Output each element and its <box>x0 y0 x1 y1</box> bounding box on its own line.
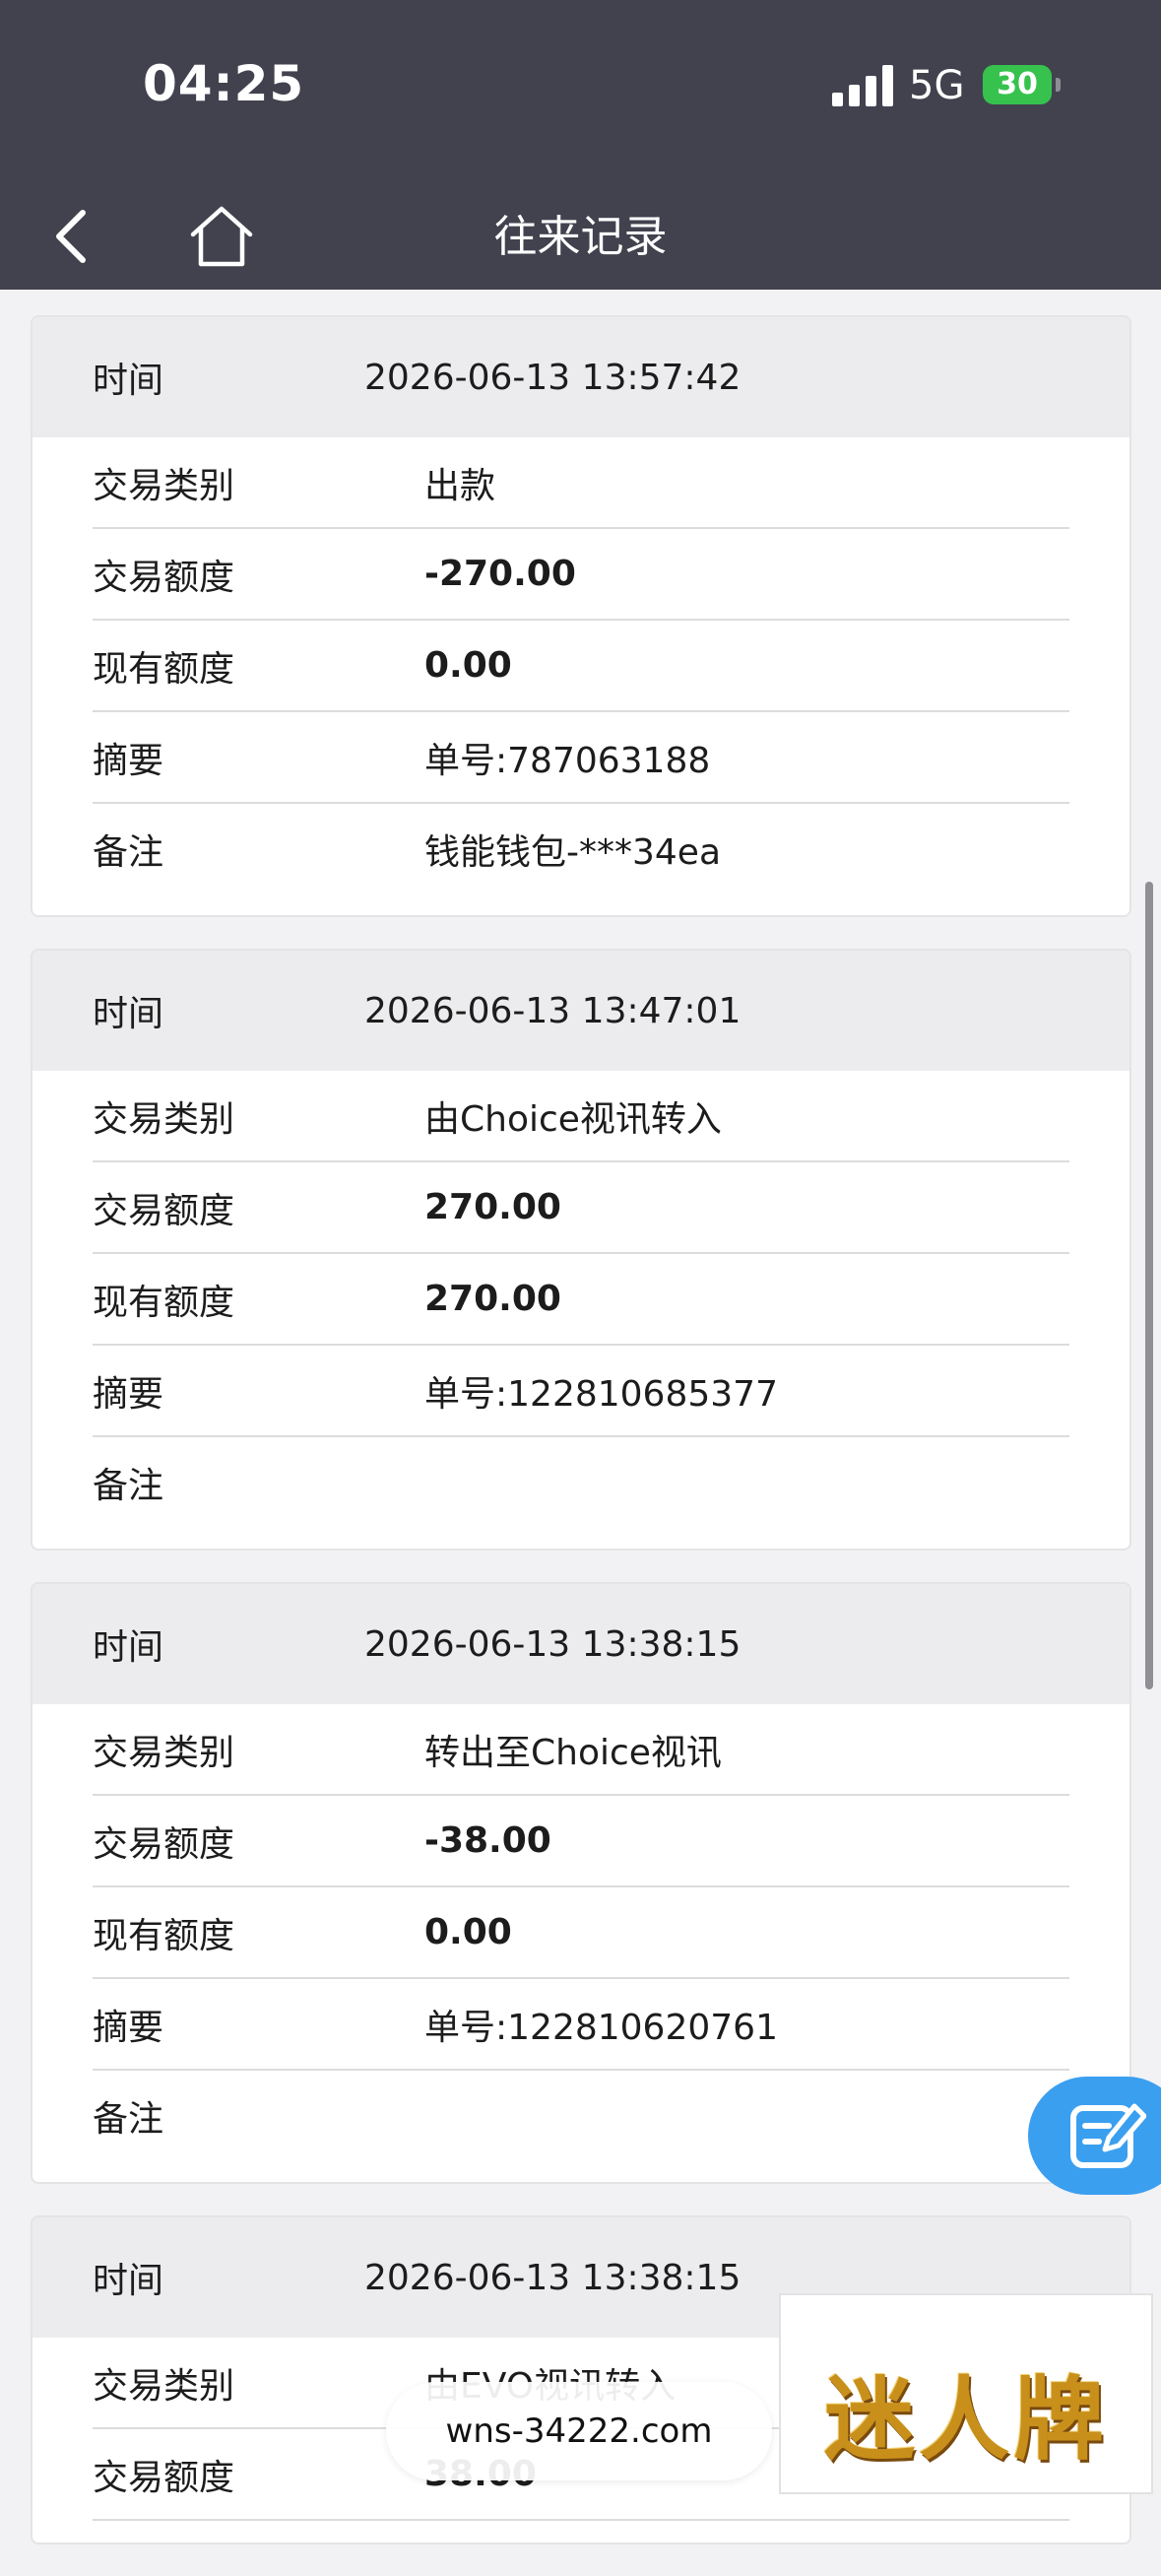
type-row: 交易类别 转出至Choice视讯 <box>93 1704 1069 1796</box>
status-time: 04:25 <box>143 55 305 112</box>
amount-value: -270.00 <box>424 554 576 594</box>
balance-label: 现有额度 <box>93 648 235 690</box>
record-card: 时间 2026-06-13 13:57:42 交易类别 出款 交易额度 -270… <box>31 315 1131 917</box>
record-time-row: 时间 2026-06-13 13:57:42 <box>32 317 1129 437</box>
battery-tip <box>1056 78 1061 92</box>
balance-label: 现有额度 <box>93 1915 235 1956</box>
record-card: 时间 2026-06-13 13:47:01 交易类别 由Choice视讯转入 … <box>31 949 1131 1551</box>
summary-row: 摘要 单号:122810685377 <box>93 1346 1069 1437</box>
note-row: 备注 钱能钱包-***34ea <box>93 804 1069 893</box>
signal-icon <box>832 65 893 106</box>
app-header: 04:25 5G 30 往来记录 <box>0 0 1161 290</box>
record-time-row: 时间 2026-06-13 13:47:01 <box>32 951 1129 1071</box>
time-value: 2026-06-13 13:57:42 <box>364 357 742 398</box>
brand-logo: 迷人牌 <box>779 2293 1153 2494</box>
scrollbar[interactable] <box>1145 882 1153 1689</box>
record-list: 时间 2026-06-13 13:57:42 交易类别 出款 交易额度 -270… <box>31 315 1131 2576</box>
balance-label: 现有额度 <box>93 1282 235 1323</box>
amount-row: 交易额度 270.00 <box>93 1162 1069 1254</box>
amount-value: 270.00 <box>424 1187 561 1227</box>
amount-label: 交易额度 <box>93 1190 235 1231</box>
type-value: 由Choice视讯转入 <box>424 1098 722 1140</box>
summary-value: 单号:122810620761 <box>424 2007 778 2048</box>
balance-value: 0.00 <box>424 645 512 686</box>
balance-row: 现有额度 0.00 <box>93 621 1069 712</box>
time-label: 时间 <box>93 361 164 401</box>
amount-label: 交易额度 <box>93 1823 235 1865</box>
type-row: 交易类别 出款 <box>93 437 1069 529</box>
note-label: 备注 <box>93 831 164 873</box>
summary-value: 单号:787063188 <box>424 740 711 781</box>
battery-icon: 30 <box>983 65 1052 104</box>
amount-value: -38.00 <box>424 1820 551 1861</box>
summary-label: 摘要 <box>93 740 164 781</box>
note-label: 备注 <box>93 2098 164 2140</box>
time-label: 时间 <box>93 994 164 1034</box>
summary-label: 摘要 <box>93 2007 164 2048</box>
record-card: 时间 2026-06-13 13:38:15 交易类别 转出至Choice视讯 … <box>31 1582 1131 2184</box>
balance-value: 0.00 <box>424 1912 512 1952</box>
note-row: 备注 <box>93 1437 1069 1527</box>
summary-row: 摘要 单号:787063188 <box>93 712 1069 804</box>
site-url-badge: wns-34222.com <box>386 2382 772 2480</box>
time-value: 2026-06-13 13:47:01 <box>364 990 742 1031</box>
amount-row: 交易额度 -38.00 <box>93 1796 1069 1887</box>
time-label: 时间 <box>93 1627 164 1668</box>
summary-value: 单号:122810685377 <box>424 1373 778 1415</box>
edit-icon <box>1070 2103 1146 2168</box>
amount-row: 交易额度 -270.00 <box>93 529 1069 621</box>
balance-row: 现有额度 0.00 <box>93 1887 1069 1979</box>
type-row: 交易类别 由Choice视讯转入 <box>93 1071 1069 1162</box>
edit-button[interactable] <box>1028 2077 1161 2195</box>
note-value: 钱能钱包-***34ea <box>424 831 722 873</box>
type-value: 转出至Choice视讯 <box>424 1732 722 1773</box>
summary-row: 摘要 单号:122810620761 <box>93 1979 1069 2071</box>
time-value: 2026-06-13 13:38:15 <box>364 2257 742 2298</box>
time-label: 时间 <box>93 2261 164 2301</box>
record-time-row: 时间 2026-06-13 13:38:15 <box>32 1584 1129 1704</box>
type-label: 交易类别 <box>93 2365 235 2407</box>
balance-value: 270.00 <box>424 1279 561 1319</box>
type-label: 交易类别 <box>93 1732 235 1773</box>
amount-label: 交易额度 <box>93 2457 235 2498</box>
amount-label: 交易额度 <box>93 557 235 598</box>
note-row: 备注 <box>93 2071 1069 2160</box>
logo-text: 迷人牌 <box>823 2366 1108 2473</box>
type-label: 交易类别 <box>93 465 235 506</box>
network-label: 5G <box>909 63 965 108</box>
balance-row: 现有额度 270.00 <box>93 1254 1069 1346</box>
note-label: 备注 <box>93 1465 164 1506</box>
type-label: 交易类别 <box>93 1098 235 1140</box>
type-value: 出款 <box>424 465 496 506</box>
summary-label: 摘要 <box>93 1373 164 1415</box>
time-value: 2026-06-13 13:38:15 <box>364 1623 742 1665</box>
page-title: 往来记录 <box>493 212 668 262</box>
